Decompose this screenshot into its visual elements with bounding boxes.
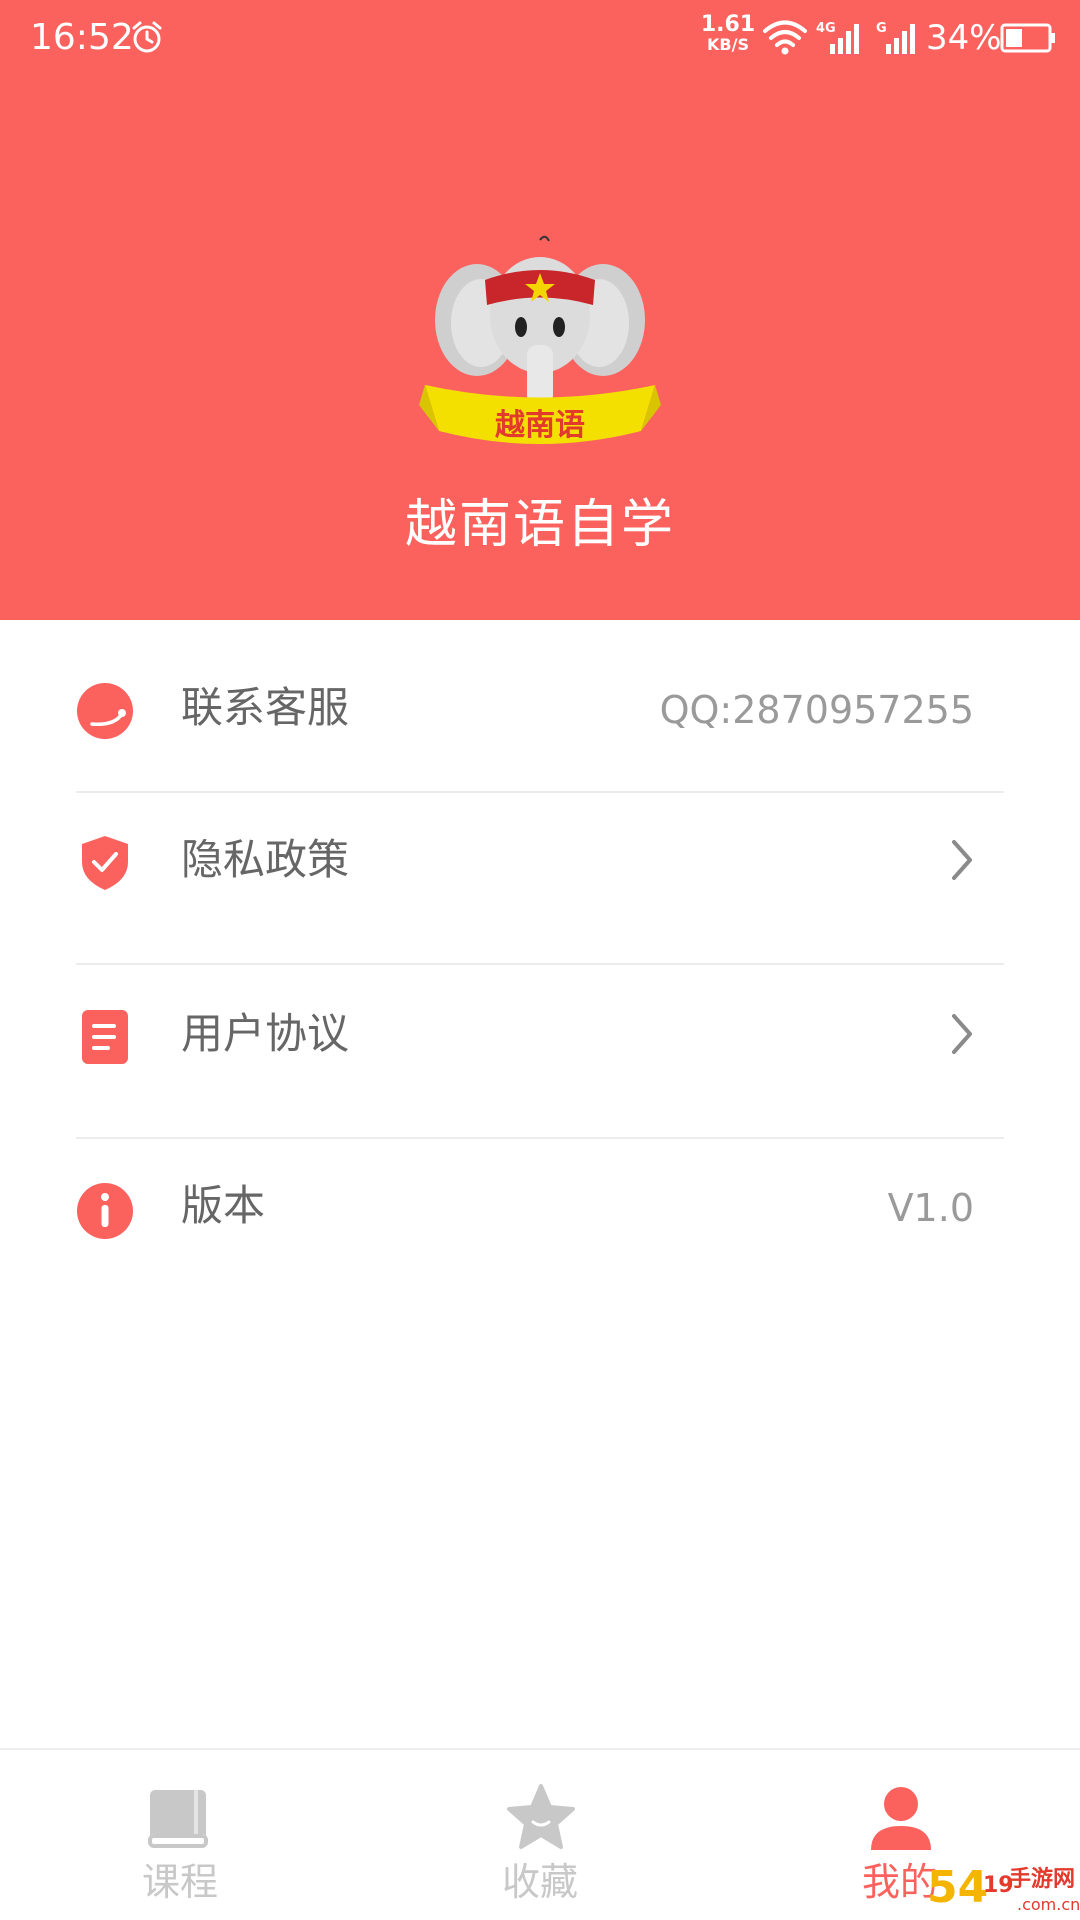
- app-logo: 越南语: [419, 235, 661, 444]
- chevron-right-icon: [952, 1014, 972, 1054]
- book-icon: [148, 1790, 208, 1848]
- contact-support-row[interactable]: 联系客服 QQ:2870957255: [76, 640, 1004, 810]
- star-icon: [507, 1784, 575, 1849]
- nav-tab-courses[interactable]: 课程: [0, 1750, 360, 1920]
- svg-text:手游网: 手游网: [1009, 1866, 1075, 1892]
- info-icon: [77, 1183, 133, 1239]
- nav-label: 课程: [141, 1860, 218, 1904]
- logo-text: 越南语: [495, 408, 585, 443]
- version-row: 版本 V1.0: [76, 1138, 1004, 1308]
- bottom-navigation: 课程 收藏 我的: [0, 1748, 1080, 1920]
- headset-icon: [77, 683, 133, 739]
- svg-text:.com.cn: .com.cn: [1017, 1895, 1080, 1914]
- network-speed-value: 1.61: [700, 12, 756, 37]
- row-label: 联系客服: [181, 683, 350, 732]
- cellular-signal-icon: 4G: [816, 21, 859, 54]
- row-label: 版本: [181, 1181, 266, 1230]
- privacy-policy-row[interactable]: 隐私政策: [76, 792, 1004, 962]
- network-speed-unit: KB/S: [707, 35, 749, 54]
- user-icon: [871, 1787, 931, 1850]
- status-bar: 16:52 1.61 KB/S 4G G 34%: [0, 0, 1080, 80]
- network-type-1: 4G: [816, 21, 836, 36]
- cellular-signal-2-icon: G: [876, 21, 915, 54]
- document-icon: [82, 1010, 128, 1064]
- network-speed: 1.61 KB/S: [700, 12, 756, 55]
- row-label: 用户协议: [181, 1009, 350, 1058]
- site-watermark-logo: 54 19 手游网 .com.cn: [927, 1862, 1080, 1914]
- header-curve: [0, 590, 1080, 615]
- nav-label: 收藏: [501, 1860, 578, 1904]
- svg-text:54: 54: [927, 1862, 988, 1913]
- qq-number: QQ:2870957255: [659, 688, 974, 732]
- user-agreement-row[interactable]: 用户协议: [76, 964, 1004, 1134]
- app-title: 越南语自学: [404, 495, 675, 555]
- alarm-icon: [132, 21, 162, 53]
- battery-percentage: 34%: [926, 18, 1002, 58]
- version-value: V1.0: [887, 1186, 974, 1230]
- chevron-right-icon: [952, 840, 972, 880]
- wifi-icon: [763, 20, 807, 55]
- status-time: 16:52: [30, 17, 134, 58]
- network-type-2: G: [876, 21, 887, 36]
- shield-check-icon: [82, 836, 128, 890]
- screen: 16:52 1.61 KB/S 4G G 34% 越南语 越南语自学 联系客服 …: [0, 0, 1080, 1920]
- row-label: 隐私政策: [181, 835, 350, 884]
- battery-icon: [1000, 23, 1055, 53]
- nav-tab-favorites[interactable]: 收藏: [360, 1750, 720, 1920]
